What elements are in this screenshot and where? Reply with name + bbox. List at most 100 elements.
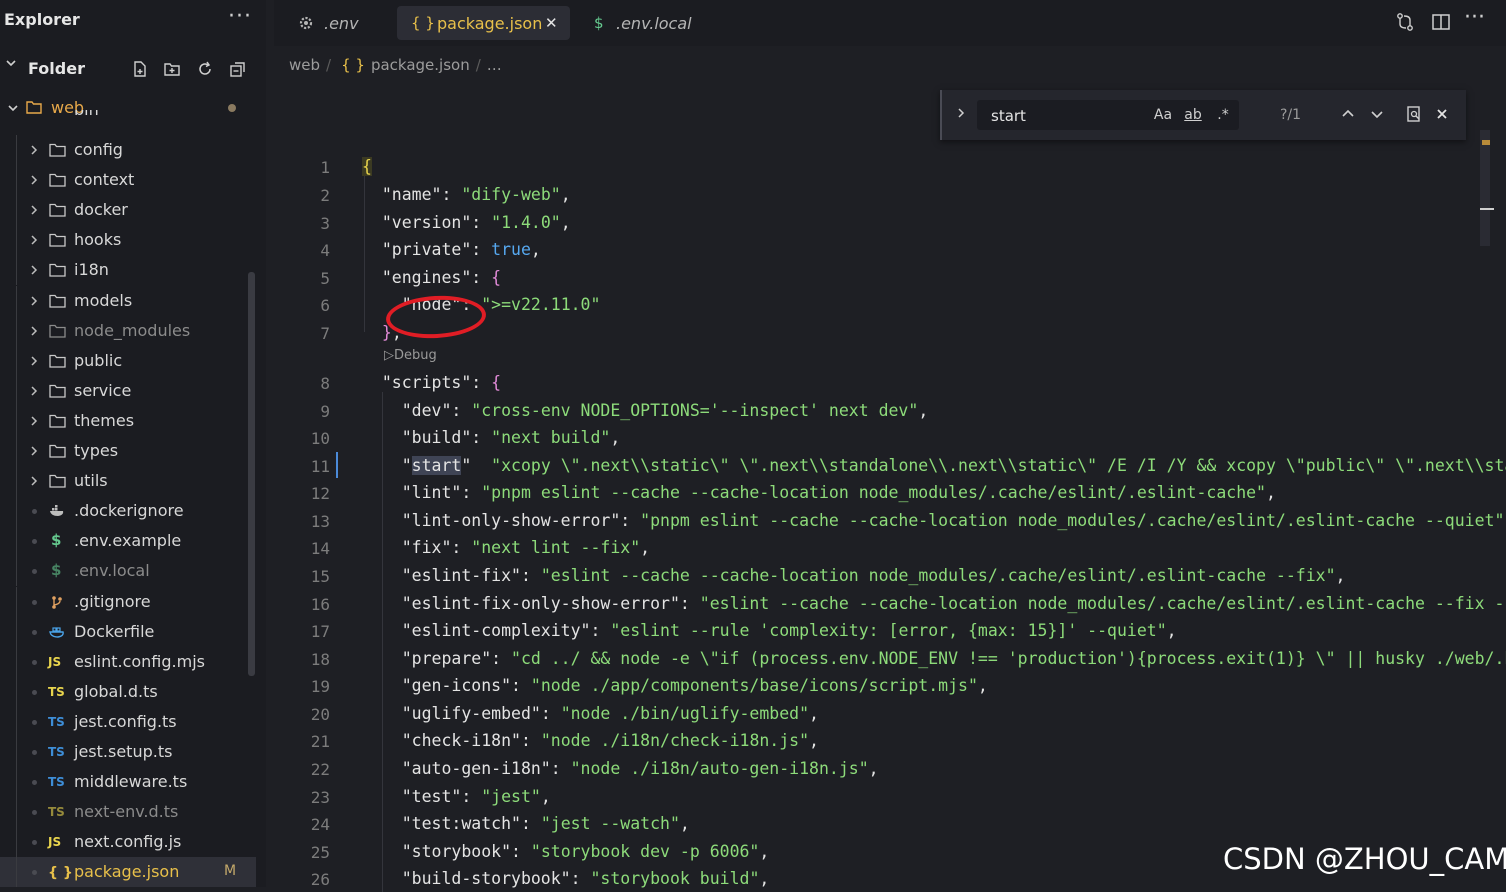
indent-guide	[16, 707, 17, 737]
code-line[interactable]: "eslint-complexity": "eslint --rule 'com…	[362, 621, 1177, 640]
line-number: 6	[320, 296, 330, 315]
tree-item-context[interactable]: context	[0, 165, 256, 195]
find-input[interactable]: start Aa ab .*	[977, 100, 1239, 130]
code-token: ,	[679, 814, 690, 833]
match-whole-word-toggle[interactable]: ab	[1181, 105, 1205, 125]
close-icon[interactable]	[1436, 108, 1448, 120]
line-number: 2	[320, 186, 330, 205]
new-folder-icon[interactable]	[163, 60, 181, 78]
tree-item-global-d-ts[interactable]: TS global.d.ts	[0, 677, 256, 707]
tree-item-gitignore[interactable]: .gitignore	[0, 587, 256, 617]
tree-item-next-env-d-ts[interactable]: TS next-env.d.ts	[0, 797, 256, 827]
tree-item-eslint-config-mjs[interactable]: JS eslint.config.mjs	[0, 647, 256, 677]
source-control-compare-icon[interactable]	[1395, 12, 1415, 32]
find-widget: start Aa ab .* ?/1	[940, 90, 1466, 140]
refresh-icon[interactable]	[196, 60, 214, 78]
tree-bullet	[32, 870, 37, 875]
find-in-selection-icon[interactable]	[1406, 106, 1422, 122]
tree-item-docker[interactable]: docker	[0, 195, 256, 225]
line-number: 14	[310, 539, 330, 558]
code-line[interactable]: "build": "next build",	[362, 428, 621, 447]
more-actions-icon[interactable]: ···	[1464, 5, 1485, 30]
code-line[interactable]: "test": "jest",	[362, 787, 551, 806]
tree-item-public[interactable]: public	[0, 346, 256, 376]
tree-item-hooks[interactable]: hooks	[0, 225, 256, 255]
tree-item-service[interactable]: service	[0, 376, 256, 406]
tab-env[interactable]: .env	[294, 6, 394, 40]
tree-item-label: utils	[74, 471, 108, 490]
regex-toggle[interactable]: .*	[1211, 105, 1235, 125]
code-line[interactable]: "private": true,	[362, 240, 541, 259]
tree-item-themes[interactable]: themes	[0, 406, 256, 436]
chevron-right-icon[interactable]	[956, 108, 966, 118]
next-match-icon[interactable]	[1371, 108, 1383, 120]
explorer-more-icon[interactable]: ···	[228, 4, 252, 29]
tree-item-dockerfile[interactable]: Dockerfile	[0, 617, 256, 647]
match-case-toggle[interactable]: Aa	[1151, 105, 1175, 125]
code-line[interactable]: "uglify-embed": "node ./bin/uglify-embed…	[362, 704, 819, 723]
split-editor-icon[interactable]	[1431, 12, 1451, 32]
code-line[interactable]: "check-i18n": "node ./i18n/check-i18n.js…	[362, 731, 819, 750]
chevron-right-icon	[31, 386, 38, 396]
tree-item-label: jest.config.ts	[74, 712, 177, 731]
tree-item-dockerignore[interactable]: .dockerignore	[0, 496, 256, 526]
line-number: 13	[310, 512, 330, 531]
folder-section-header[interactable]: Folder	[0, 56, 266, 82]
code-line[interactable]: "start" "xcopy \".next\\static\" \".next…	[362, 456, 1506, 475]
breadcrumb-root[interactable]: web	[289, 56, 320, 74]
code-line[interactable]: "lint-only-show-error": "pnpm eslint --c…	[362, 511, 1506, 530]
breadcrumb-file[interactable]: package.json	[371, 56, 470, 74]
folder-icon	[49, 384, 66, 398]
code-line[interactable]: "prepare": "cd ../ && node -e \"if (proc…	[362, 649, 1506, 668]
code-line[interactable]: "dev": "cross-env NODE_OPTIONS='--inspec…	[362, 401, 929, 420]
code-line[interactable]: "eslint-fix": "eslint --cache --cache-lo…	[362, 566, 1346, 585]
close-icon[interactable]: ✕	[545, 14, 558, 32]
indent-guide	[16, 496, 17, 526]
tree-item-env-example[interactable]: $ .env.example	[0, 526, 256, 556]
tree-item-config[interactable]: config	[0, 135, 256, 165]
code-line[interactable]: "test:watch": "jest --watch",	[362, 814, 690, 833]
code-line[interactable]: "engines": {	[362, 268, 501, 287]
tree-item-label: docker	[74, 200, 128, 219]
line-number: 22	[310, 760, 330, 779]
breadcrumb-more[interactable]: …	[487, 56, 502, 74]
sidebar-scrollbar[interactable]	[248, 272, 255, 676]
tree-item-node-modules[interactable]: node_modules	[0, 316, 256, 346]
tree-item-utils[interactable]: utils	[0, 466, 256, 496]
code-line[interactable]: "auto-gen-i18n": "node ./i18n/auto-gen-i…	[362, 759, 879, 778]
tree-item-next-config-js[interactable]: JS next.config.js	[0, 827, 256, 857]
new-file-icon[interactable]	[131, 60, 149, 78]
code-token: "next build"	[491, 428, 611, 447]
tree-item-jest-config-ts[interactable]: TS jest.config.ts	[0, 707, 256, 737]
editor-scrollbar[interactable]	[1480, 130, 1494, 246]
previous-match-icon[interactable]	[1342, 108, 1354, 120]
tree-item-i18n[interactable]: i18n	[0, 255, 256, 285]
git-branch-icon	[52, 596, 62, 609]
tab-package-json[interactable]: { } package.json ✕	[397, 6, 570, 40]
code-line[interactable]: "gen-icons": "node ./app/components/base…	[362, 676, 988, 695]
code-line[interactable]: "scripts": {	[362, 373, 501, 392]
code-line[interactable]: "eslint-fix-only-show-error": "eslint --…	[362, 594, 1505, 613]
code-line[interactable]: "build-storybook": "storybook build",	[362, 869, 770, 888]
code-token: :	[620, 511, 641, 530]
code-token: ">=v22.11.0"	[481, 295, 601, 314]
code-token: "cd ../ && node -e \"if (process.env.NOD…	[511, 649, 1506, 668]
code-line[interactable]: {	[362, 157, 372, 176]
tree-item-middleware-ts[interactable]: TS middleware.ts	[0, 767, 256, 797]
code-line[interactable]: "fix": "next lint --fix",	[362, 538, 650, 557]
tree-item-label: hooks	[74, 230, 122, 249]
code-line[interactable]: "version": "1.4.0",	[362, 213, 571, 232]
tree-item-clipped[interactable]: bin	[0, 110, 256, 124]
tab-env-local[interactable]: $ .env.local	[590, 6, 710, 40]
collapse-all-icon[interactable]	[229, 60, 247, 78]
tree-item-jest-setup-ts[interactable]: TS jest.setup.ts	[0, 737, 256, 767]
debug-codelens[interactable]: ▷Debug	[384, 348, 437, 363]
tree-item-package-json[interactable]: { } package.json M	[0, 857, 256, 887]
indent-guide	[16, 797, 17, 827]
code-line[interactable]: "lint": "pnpm eslint --cache --cache-loc…	[362, 483, 1276, 502]
tree-item-env-local[interactable]: $ .env.local	[0, 556, 256, 586]
code-line[interactable]: "name": "dify-web",	[362, 185, 571, 204]
tree-item-models[interactable]: models	[0, 286, 256, 316]
tree-item-types[interactable]: types	[0, 436, 256, 466]
code-line[interactable]: "storybook": "storybook dev -p 6006",	[362, 842, 770, 861]
